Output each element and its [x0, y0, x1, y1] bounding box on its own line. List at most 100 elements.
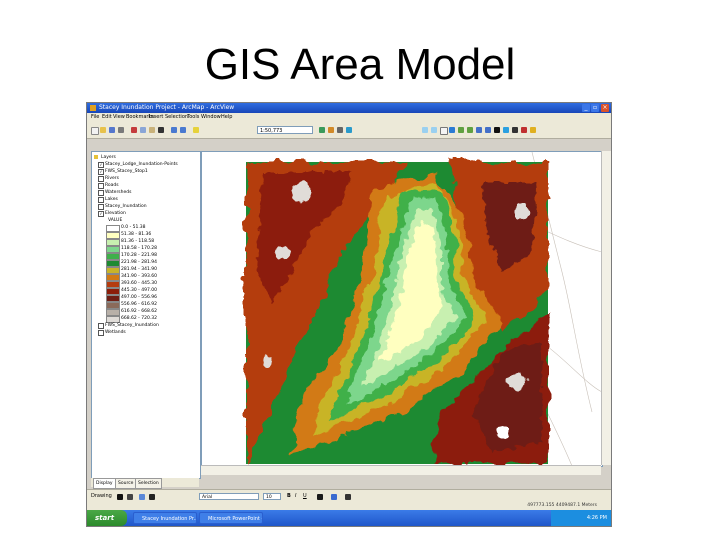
menu-window[interactable]: Window	[201, 113, 221, 122]
select-elements-icon[interactable]	[117, 494, 123, 500]
layer-checkbox[interactable]	[98, 183, 104, 189]
windows-taskbar: start Stacey Inundation Pr... Microsoft …	[87, 510, 611, 526]
rectangle-icon[interactable]	[139, 494, 145, 500]
minimize-icon[interactable]: _	[582, 104, 590, 112]
status-bar: 497773.155 4409487.1 Meters	[87, 502, 611, 510]
legend-field-label: VALUE	[108, 218, 123, 223]
toc-layer-label: Watersheds	[105, 190, 132, 195]
arcmap-icon	[90, 105, 96, 111]
tab-source[interactable]: Source	[115, 478, 137, 489]
map-view[interactable]	[201, 151, 603, 467]
menu-selection[interactable]: Selection	[165, 113, 188, 122]
font-size-dropdown[interactable]: 10	[263, 493, 281, 500]
toc-layer-label: Lakes	[105, 197, 118, 202]
clock: 4:26 PM	[586, 515, 607, 521]
identify-icon[interactable]	[503, 127, 509, 133]
open-icon[interactable]	[100, 127, 106, 133]
legend-label: 341.90 - 393.60	[121, 274, 157, 279]
map-horizontal-scrollbar[interactable]	[201, 465, 601, 475]
back-icon[interactable]	[476, 127, 482, 133]
full-extent-icon[interactable]	[449, 127, 455, 133]
legend-label: 170.28 - 221.98	[121, 253, 157, 258]
toc-layer-label: Wetlands	[105, 330, 126, 335]
print-icon[interactable]	[118, 127, 124, 133]
font-color-icon[interactable]	[317, 494, 323, 500]
text-icon[interactable]	[149, 494, 155, 500]
layers-icon	[94, 155, 98, 159]
toc-layer-label: Roads	[105, 183, 119, 188]
layer-checkbox[interactable]: ✓	[98, 169, 104, 175]
arcmap-screenshot: Stacey Inundation Project - ArcMap - Arc…	[86, 102, 612, 527]
menu-edit[interactable]: Edit	[102, 113, 112, 122]
menu-tools[interactable]: Tools	[187, 113, 199, 122]
system-tray: 4:26 PM	[551, 510, 611, 526]
layer-checkbox[interactable]	[98, 323, 104, 329]
tab-selection[interactable]: Selection	[135, 478, 162, 489]
hyperlink-icon[interactable]	[530, 127, 536, 133]
find-icon[interactable]	[512, 127, 518, 133]
layer-checkbox[interactable]	[98, 197, 104, 203]
legend-label: 118.58 - 170.28	[121, 246, 157, 251]
taskbar-item-powerpoint[interactable]: Microsoft PowerPoint - ...	[199, 512, 263, 524]
delete-icon[interactable]	[158, 127, 164, 133]
taskbar-item-arcmap[interactable]: Stacey Inundation Pr...	[133, 512, 197, 524]
legend-swatch	[106, 281, 120, 288]
menu-insert[interactable]: Insert	[149, 113, 163, 122]
command-line-icon[interactable]	[337, 127, 343, 133]
arctoolbox-icon[interactable]	[328, 127, 334, 133]
fill-color-icon[interactable]	[331, 494, 337, 500]
layer-checkbox[interactable]: ✓	[98, 211, 104, 217]
coordinate-readout: 497773.155 4409487.1 Meters	[527, 503, 597, 508]
add-data-icon[interactable]	[193, 127, 199, 133]
new-icon[interactable]	[91, 127, 99, 135]
menu-help[interactable]: Help	[221, 113, 232, 122]
line-color-icon[interactable]	[345, 494, 351, 500]
save-icon[interactable]	[109, 127, 115, 133]
layer-checkbox[interactable]	[98, 176, 104, 182]
legend-heading: VALUE	[108, 217, 122, 224]
legend-label: 281.94 - 341.90	[121, 267, 157, 272]
rotate-icon[interactable]	[127, 494, 133, 500]
elevation-map[interactable]	[202, 152, 602, 466]
toc-layer-label: Stacey_Inundation	[105, 204, 147, 209]
fixed-zoom-in-icon[interactable]	[458, 127, 464, 133]
legend-swatch	[106, 309, 120, 316]
layer-checkbox[interactable]	[98, 190, 104, 196]
scale-dropdown[interactable]: 1:50,773	[257, 126, 313, 134]
layer-checkbox[interactable]	[98, 204, 104, 210]
close-icon[interactable]: ×	[601, 104, 609, 112]
select-arrow-icon[interactable]	[494, 127, 500, 133]
layer-checkbox[interactable]: ✓	[98, 162, 104, 168]
fixed-zoom-out-icon[interactable]	[467, 127, 473, 133]
cut-icon[interactable]	[131, 127, 137, 133]
legend-label: 51.38 - 81.36	[121, 232, 152, 237]
window-title: Stacey Inundation Project - ArcMap - Arc…	[99, 104, 235, 111]
menu-view[interactable]: View	[113, 113, 125, 122]
forward-icon[interactable]	[485, 127, 491, 133]
paste-icon[interactable]	[149, 127, 155, 133]
editor-icon[interactable]	[319, 127, 325, 133]
copy-icon[interactable]	[140, 127, 146, 133]
menu-file[interactable]: File	[91, 113, 99, 122]
redo-icon[interactable]	[180, 127, 186, 133]
legend-swatch	[106, 246, 120, 253]
zoom-in-icon[interactable]	[422, 127, 428, 133]
font-dropdown[interactable]: Arial	[199, 493, 259, 500]
legend-label: 445.30 - 497.00	[121, 288, 157, 293]
legend-label: 221.98 - 281.94	[121, 260, 157, 265]
start-button[interactable]: start	[87, 510, 127, 526]
slide-title: GIS Area Model	[204, 40, 516, 89]
legend-swatch	[106, 239, 120, 246]
legend-swatch	[106, 302, 120, 309]
tab-display[interactable]: Display	[93, 478, 116, 489]
undo-icon[interactable]	[171, 127, 177, 133]
help-icon[interactable]	[346, 127, 352, 133]
pan-icon[interactable]	[440, 127, 448, 135]
layer-checkbox[interactable]	[98, 330, 104, 336]
map-vertical-scrollbar[interactable]	[601, 151, 611, 465]
legend-label: 497.00 - 556.96	[121, 295, 157, 300]
measure-icon[interactable]	[521, 127, 527, 133]
window-titlebar[interactable]: Stacey Inundation Project - ArcMap - Arc…	[87, 103, 611, 113]
maximize-icon[interactable]: ▫	[591, 104, 599, 112]
zoom-out-icon[interactable]	[431, 127, 437, 133]
